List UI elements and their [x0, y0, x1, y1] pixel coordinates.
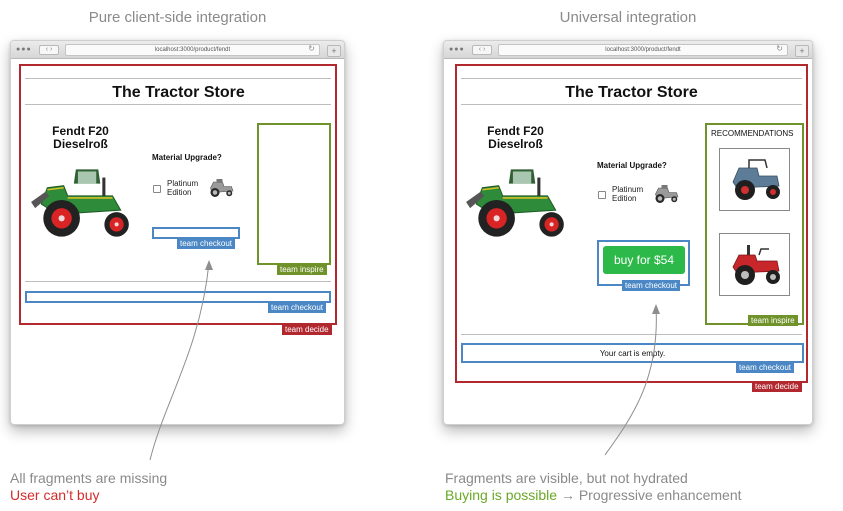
left-panel-heading: Pure client-side integration — [88, 9, 267, 26]
right-arrow-icon: → — [560, 487, 575, 503]
url-bar[interactable]: localhost:3000/product/fendt — [498, 44, 788, 56]
hr-under-title — [461, 104, 802, 105]
platinum-tractor-thumbnail — [651, 183, 681, 205]
progressive-enhancement-text: Progressive enhancement — [578, 487, 742, 503]
store-title: The Tractor Store — [565, 84, 698, 101]
hr-bottom — [461, 334, 802, 335]
product-name: Fendt F20 Dieselroß — [487, 124, 544, 151]
team-checkout-tag-minicart: team checkout — [268, 302, 327, 313]
browser-chrome: ●●● ‹ › localhost:3000/product/fendt ↻ + — [11, 41, 344, 59]
platinum-checkbox[interactable] — [598, 191, 606, 199]
team-decide-tag: team decide — [282, 324, 332, 335]
upgrade-question: Material Upgrade? — [152, 153, 222, 162]
team-checkout-tag-buy: team checkout — [622, 280, 681, 291]
red-tractor-image — [725, 241, 785, 289]
new-tab-icon[interactable]: + — [795, 45, 809, 57]
right-caption-line2: Buying is possible → Progressive enhance… — [445, 487, 742, 504]
recommendations-fragment-empty — [257, 123, 331, 265]
window-buttons-icon[interactable]: ●●● — [449, 46, 465, 53]
reload-icon[interactable]: ↻ — [308, 45, 315, 53]
team-checkout-tag-minicart: team checkout — [736, 362, 795, 373]
hr-top — [25, 78, 331, 79]
cart-status-text: Your cart is empty. — [599, 349, 666, 358]
right-caption-line1: Fragments are visible, but not hydrated — [445, 470, 688, 486]
window-buttons-icon[interactable]: ●●● — [16, 46, 32, 53]
team-checkout-tag-buy: team checkout — [177, 238, 236, 249]
platinum-option-label: Platinum Edition — [167, 179, 199, 197]
buy-button[interactable]: buy for $54 — [603, 246, 685, 274]
nav-arrows-icon[interactable]: ‹ › — [472, 45, 492, 55]
left-browser-window: ●●● ‹ › localhost:3000/product/fendt ↻ +… — [10, 40, 345, 425]
left-caption-line1: All fragments are missing — [10, 470, 168, 486]
recommendation-item-blue-tractor[interactable] — [719, 148, 790, 211]
platinum-option-label: Platinum Edition — [612, 185, 644, 203]
platinum-tractor-thumbnail — [206, 177, 236, 199]
team-inspire-tag: team inspire — [277, 264, 327, 275]
hr-bottom — [25, 281, 331, 282]
right-browser-window: ●●● ‹ › localhost:3000/product/fendt ↻ +… — [443, 40, 813, 425]
store-title: The Tractor Store — [112, 84, 245, 101]
recommendations-title: RECOMMENDATIONS — [711, 129, 794, 138]
product-name: Fendt F20 Dieselroß — [52, 124, 109, 151]
tractor-image — [27, 161, 139, 243]
left-caption-line2: User can’t buy — [10, 487, 100, 503]
tractor-image — [462, 161, 574, 243]
new-tab-icon[interactable]: + — [327, 45, 341, 57]
hr-top — [461, 78, 802, 79]
browser-chrome: ●●● ‹ › localhost:3000/product/fendt ↻ + — [444, 41, 812, 59]
team-inspire-tag: team inspire — [748, 315, 798, 326]
upgrade-question: Material Upgrade? — [597, 161, 667, 170]
platinum-checkbox[interactable] — [153, 185, 161, 193]
nav-arrows-icon[interactable]: ‹ › — [39, 45, 59, 55]
buying-possible-text: Buying is possible — [445, 487, 558, 503]
recommendation-item-red-tractor[interactable] — [719, 233, 790, 296]
hr-under-title — [25, 104, 331, 105]
right-panel-heading: Universal integration — [559, 9, 697, 26]
team-decide-tag: team decide — [752, 381, 802, 392]
blue-tractor-image — [725, 156, 785, 204]
url-bar[interactable]: localhost:3000/product/fendt — [65, 44, 320, 56]
reload-icon[interactable]: ↻ — [776, 45, 783, 53]
